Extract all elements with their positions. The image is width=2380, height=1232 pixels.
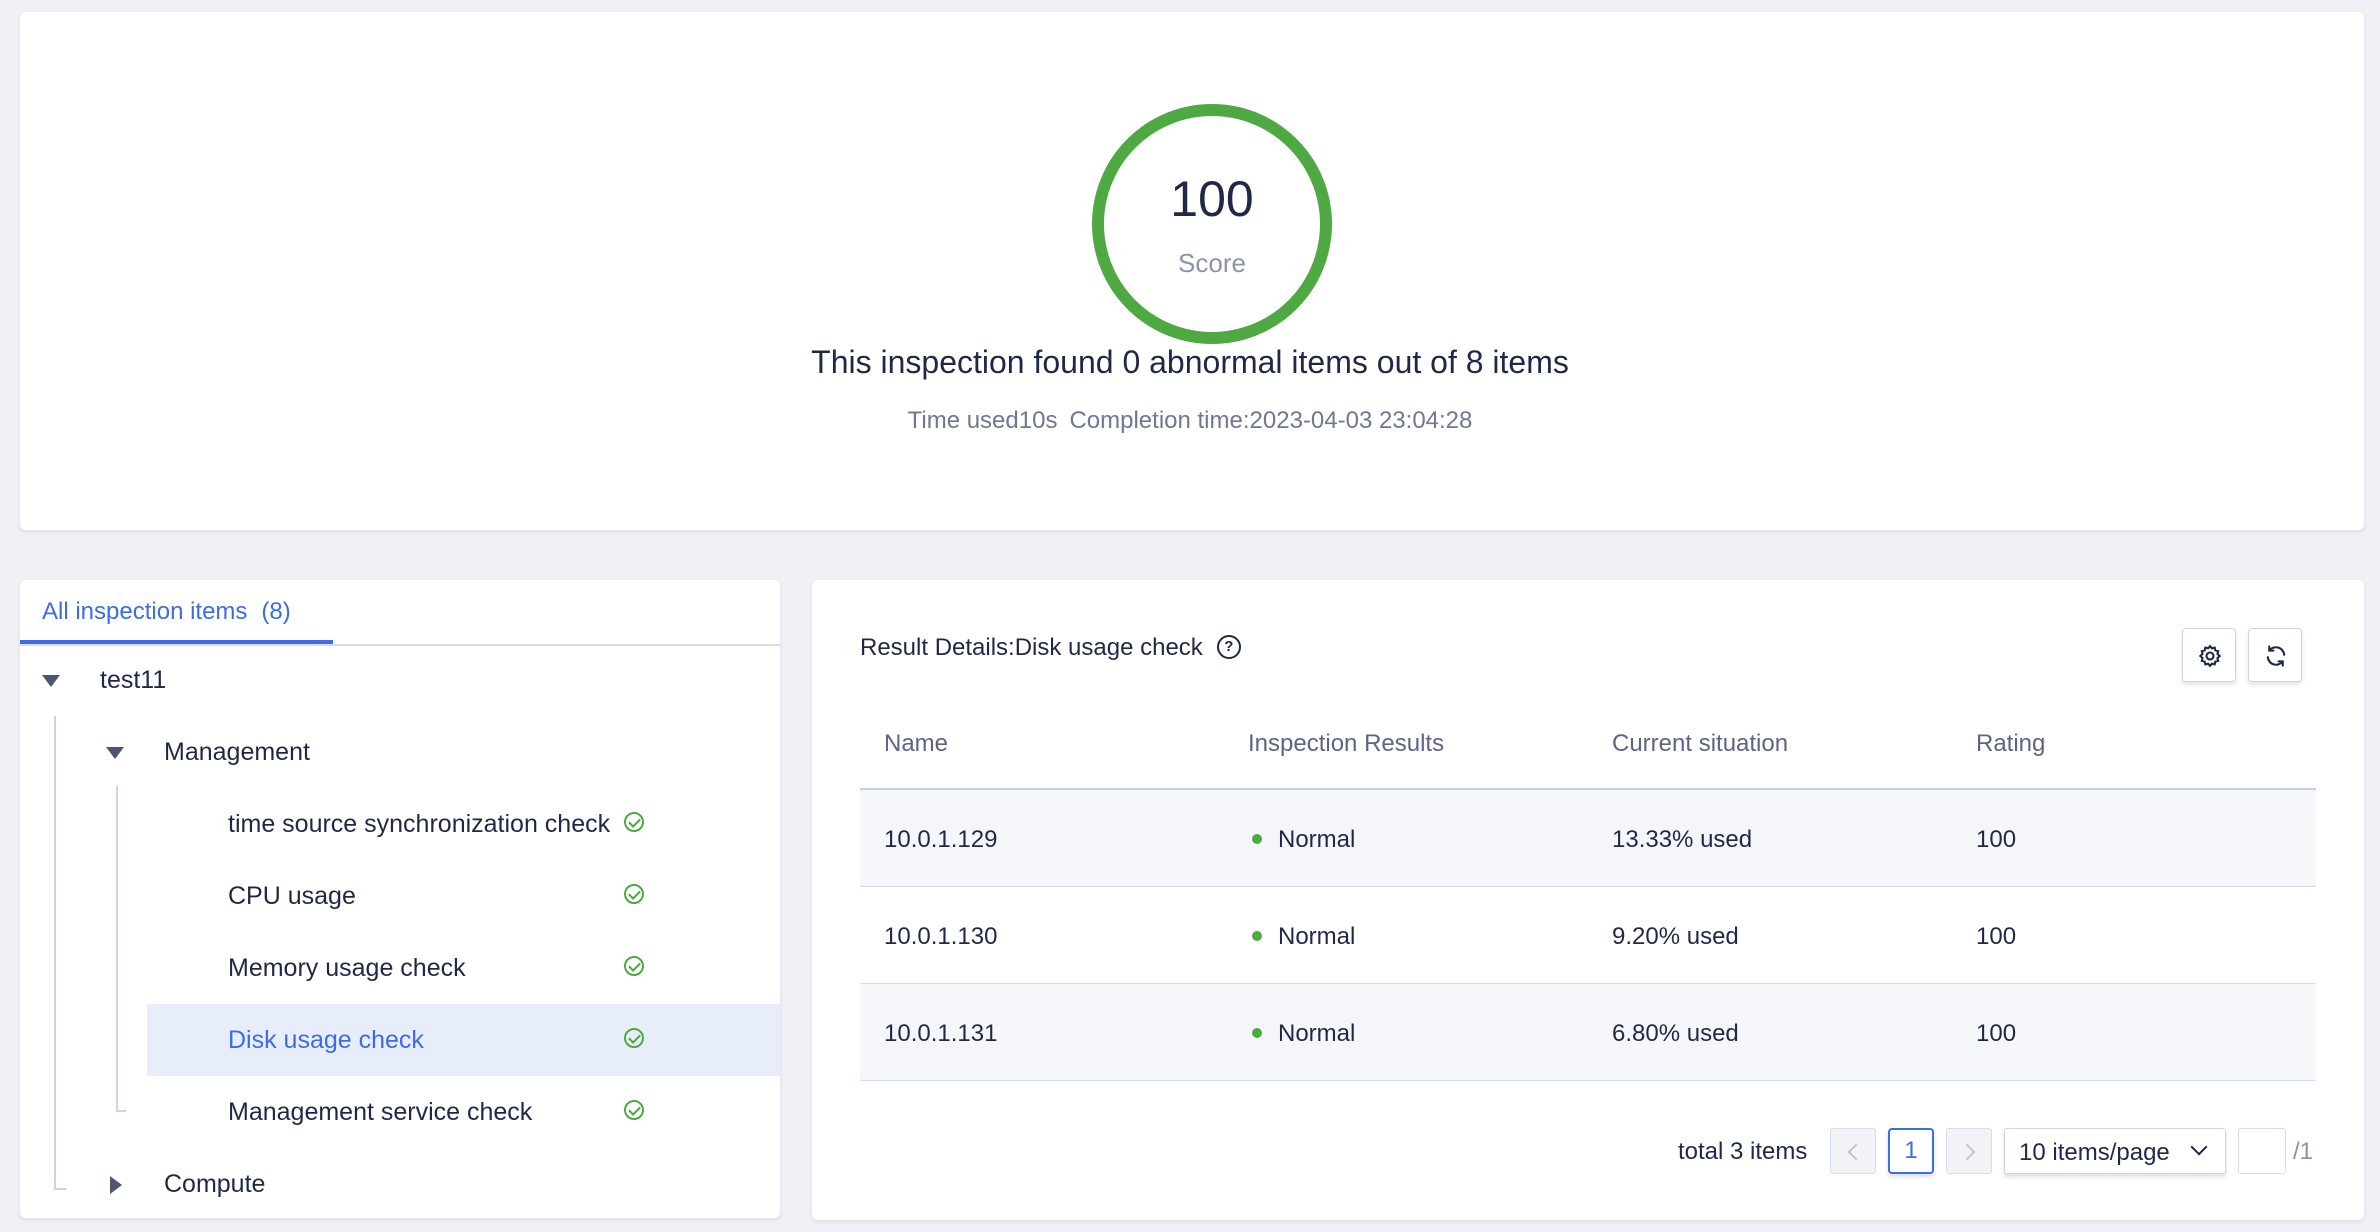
total-pages: /1 [2293,1138,2314,1165]
tree-node-label: Compute [164,1170,266,1198]
check-circle-icon [624,1100,644,1120]
cell-name: 10.0.1.131 [884,1020,998,1047]
tree-node-compute[interactable]: Compute [20,1148,780,1218]
tab-count: (8) [261,598,291,625]
inspection-summary: This inspection found 0 abnormal items o… [811,344,1569,380]
refresh-icon [2266,645,2286,667]
table-row[interactable]: 10.0.1.129 Normal 13.33% used 100 [860,790,2316,887]
tree-item-label: Disk usage check [228,1026,424,1054]
tree-item-memory-usage[interactable]: Memory usage check [20,932,780,1004]
tree-node-management[interactable]: Management [20,716,780,788]
tree-tabs: All inspection items (8) [20,580,780,646]
check-circle-icon [624,812,644,832]
check-circle-icon [624,884,644,904]
status-text: Normal [1278,1020,1356,1047]
settings-button[interactable] [2182,628,2236,682]
score-card: 100 Score [20,12,2364,530]
status-text: Normal [1278,923,1356,950]
gear-icon [2198,644,2222,668]
column-header-inspection-results[interactable]: Inspection Results [1248,730,1444,758]
cell-name: 10.0.1.130 [884,923,998,950]
chevron-down-icon [2190,1138,2208,1156]
column-header-current-situation[interactable]: Current situation [1612,730,1788,758]
tree-item-management-service[interactable]: Management service check [20,1076,780,1148]
table-row[interactable]: 10.0.1.130 Normal 9.20% used 100 [860,887,2316,984]
tree-item-cpu-usage[interactable]: CPU usage [20,860,780,932]
column-header-rating[interactable]: Rating [1976,730,2045,758]
inspection-meta: Time used10s Completion time:2023-04-03 2… [0,407,2380,435]
prev-page-button[interactable] [1830,1128,1876,1174]
cell-rating: 100 [1976,1020,2017,1047]
details-title: Result Details:Disk usage check? [860,634,1241,662]
tree-node-label: Management [164,738,310,766]
status-dot [1252,930,1262,941]
tree-item-label: Memory usage check [228,954,466,982]
check-circle-icon [624,956,644,976]
cell-name: 10.0.1.129 [884,826,998,853]
tree-node-test11[interactable]: test11 [20,644,780,716]
tree-item-label: CPU usage [228,882,356,910]
completion-time: Completion time:2023-04-03 23:04:28 [1069,407,1473,434]
cell-result: Normal [1252,1020,1355,1048]
tree-item-label: Management service check [228,1098,533,1126]
cell-rating: 100 [1976,826,2017,853]
inspection-tree-panel: All inspection items (8) test11 Managemen… [20,580,780,1218]
cell-situation: 9.20% used [1612,923,1739,950]
score-label: Score [1178,248,1246,278]
tree-item-time-source-sync[interactable]: time source synchronization check [20,788,780,860]
cell-result: Normal [1252,826,1355,854]
score-value: 100 [1170,171,1254,227]
caret-down-icon[interactable] [106,747,124,759]
details-title-text: Result Details:Disk usage check [860,634,1203,661]
tab-all-inspection-items[interactable]: All inspection items (8) [20,580,333,644]
status-dot [1252,833,1262,844]
cell-rating: 100 [1976,923,2017,950]
tree-item-label: time source synchronization check [228,810,611,838]
table-row[interactable]: 10.0.1.131 Normal 6.80% used 100 [860,984,2316,1081]
tree-item-disk-usage[interactable]: Disk usage check [147,1004,780,1076]
score-gauge: 100 Score [1092,104,1332,344]
cell-result: Normal [1252,923,1355,951]
next-page-button[interactable] [1946,1128,1992,1174]
current-page-button[interactable]: 1 [1888,1128,1934,1174]
pagination-total: total 3 items [1678,1138,1808,1165]
caret-right-icon[interactable] [110,1176,122,1194]
cell-situation: 13.33% used [1612,826,1753,853]
caret-down-icon[interactable] [42,675,60,687]
tab-label: All inspection items [42,598,248,625]
page-jump-input[interactable] [2238,1128,2286,1174]
refresh-button[interactable] [2248,628,2302,682]
tree-node-label: test11 [100,666,167,694]
help-icon[interactable]: ? [1216,634,1241,659]
cell-situation: 6.80% used [1612,1020,1739,1047]
result-details-panel: Result Details:Disk usage check? Name In… [812,580,2364,1220]
time-used: Time used10s [907,407,1058,434]
status-text: Normal [1278,826,1356,853]
page-size-select[interactable]: 10 items/page [2004,1128,2226,1174]
column-header-name[interactable]: Name [884,730,948,758]
table-header: Name Inspection Results Current situatio… [860,700,2316,790]
page-size-value: 10 items/page [2019,1139,2170,1166]
status-dot [1252,1027,1262,1038]
check-circle-icon [624,1028,644,1048]
